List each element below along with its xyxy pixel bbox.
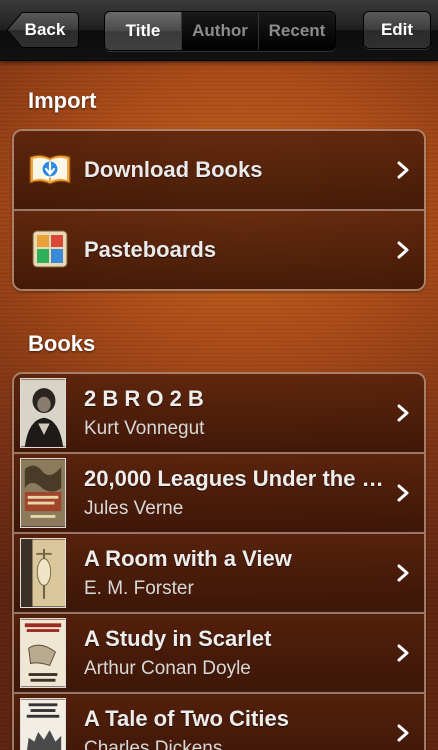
segment-recent[interactable]: Recent xyxy=(258,12,335,50)
back-button[interactable]: Back xyxy=(6,11,79,49)
pasteboards-row[interactable]: Pasteboards xyxy=(14,209,424,289)
download-books-label: Download Books xyxy=(84,157,263,182)
pasteboards-icon xyxy=(32,230,68,268)
chevron-right-icon xyxy=(397,404,409,422)
book-title: 2 B R O 2 B xyxy=(84,386,204,411)
navigation-bar: Back Title Author Recent Edit xyxy=(0,0,438,61)
books-section-header: Books xyxy=(28,331,96,356)
book-row[interactable]: A Tale of Two Cities Charles Dickens xyxy=(14,692,424,750)
app-screen: Back Title Author Recent Edit Import Dow… xyxy=(0,0,438,750)
book-title: A Room with a View xyxy=(84,546,292,571)
book-row[interactable]: 20,000 Leagues Under the Sea Jules Verne xyxy=(14,452,424,532)
book-author: Charles Dickens xyxy=(84,738,223,750)
sort-segmented-control: Title Author Recent xyxy=(104,11,336,51)
book-title: A Tale of Two Cities xyxy=(84,706,289,731)
book-cover-two-cities xyxy=(20,698,66,750)
book-cover-leagues xyxy=(20,458,66,528)
chevron-right-icon xyxy=(397,484,409,502)
book-title: A Study in Scarlet xyxy=(84,626,272,651)
back-button-label: Back xyxy=(24,20,66,39)
chevron-right-icon xyxy=(397,241,409,259)
book-author: Jules Verne xyxy=(84,498,184,519)
book-author: Arthur Conan Doyle xyxy=(84,658,251,679)
book-row[interactable]: A Study in Scarlet Arthur Conan Doyle xyxy=(14,612,424,692)
segment-title[interactable]: Title xyxy=(105,12,181,50)
book-row[interactable]: A Room with a View E. M. Forster xyxy=(14,532,424,612)
pasteboards-label: Pasteboards xyxy=(84,237,217,262)
download-books-row[interactable]: Download Books xyxy=(14,131,424,209)
import-section-header: Import xyxy=(28,88,97,113)
open-book-download-icon xyxy=(29,154,71,185)
book-cover-scarlet xyxy=(20,618,66,688)
chevron-right-icon xyxy=(397,724,409,742)
book-author: E. M. Forster xyxy=(84,578,194,599)
import-group: Download Books Pasteboards xyxy=(12,129,426,291)
chevron-right-icon xyxy=(397,161,409,179)
segment-author[interactable]: Author xyxy=(181,12,258,50)
edit-button[interactable]: Edit xyxy=(363,11,431,49)
chevron-right-icon xyxy=(397,644,409,662)
book-cover-room xyxy=(20,538,66,608)
book-row[interactable]: 2 B R O 2 B Kurt Vonnegut xyxy=(14,374,424,452)
book-author: Kurt Vonnegut xyxy=(84,418,205,439)
books-list: 2 B R O 2 B Kurt Vonnegut 20,000 Leagues… xyxy=(12,372,426,750)
chevron-right-icon xyxy=(397,564,409,582)
book-cover-portrait xyxy=(20,378,66,448)
book-title: 20,000 Leagues Under the Sea xyxy=(84,466,384,491)
